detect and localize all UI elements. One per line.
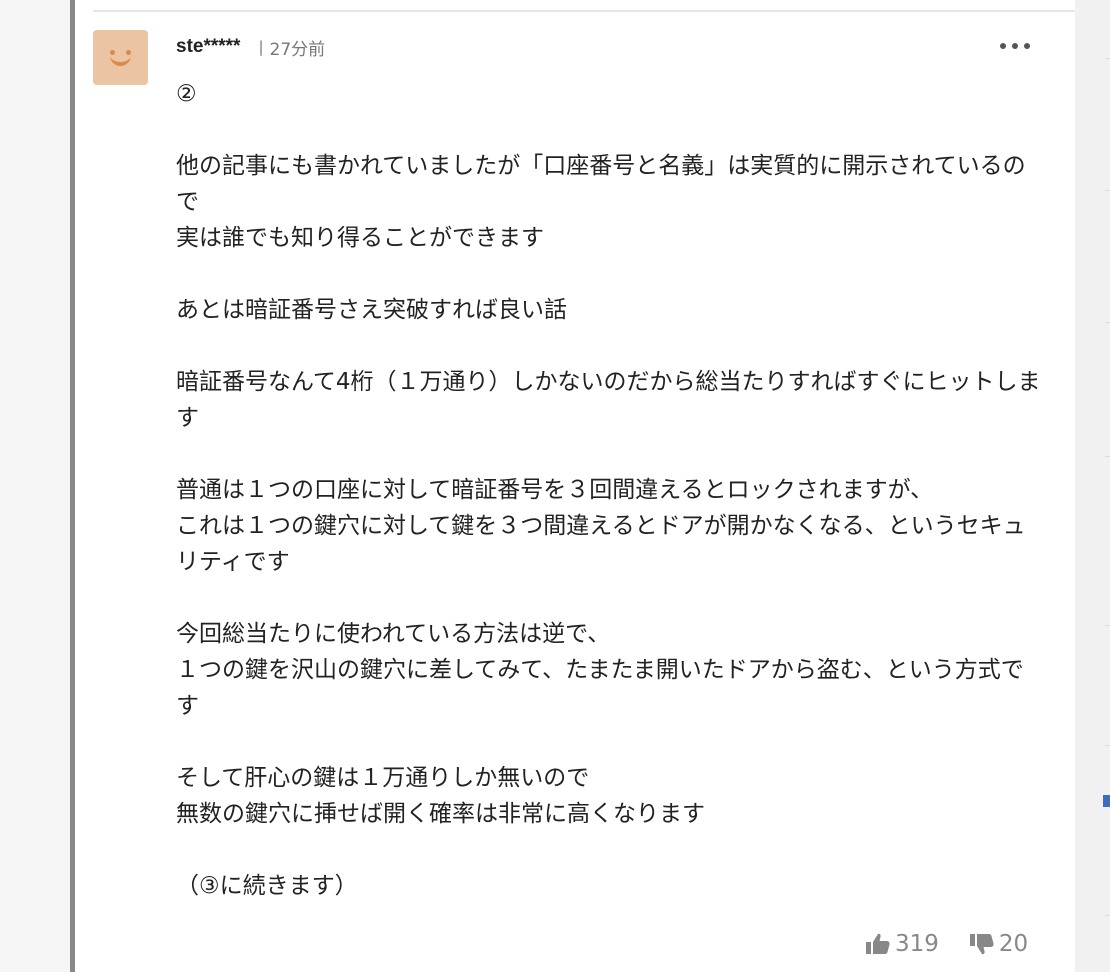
reactions: 319 20	[865, 928, 1028, 960]
meta-separator: |	[258, 38, 264, 56]
thumbs-up-icon	[866, 933, 890, 954]
right-divider	[1105, 190, 1110, 191]
right-divider	[1105, 915, 1110, 916]
divider	[93, 10, 1075, 12]
right-divider	[1105, 456, 1110, 457]
right-divider	[1105, 745, 1110, 746]
username[interactable]: ste*****	[176, 36, 240, 58]
right-divider	[1105, 322, 1110, 323]
comment-body: ② 他の記事にも書かれていましたが「口座番号と名義」は実質的に開示されているので…	[176, 81, 1041, 899]
like-button[interactable]: 319	[865, 931, 939, 957]
avatar[interactable]	[93, 30, 148, 85]
avatar-mouth	[110, 55, 131, 66]
dislike-count: 20	[998, 931, 1029, 957]
right-link-fragment[interactable]	[1103, 795, 1110, 807]
right-divider	[1105, 58, 1110, 59]
more-icon[interactable]	[1000, 36, 1030, 56]
dislike-button[interactable]: 20	[969, 931, 1028, 957]
comment-meta: ste***** | 27分前	[176, 33, 325, 61]
right-column	[1075, 0, 1110, 972]
left-rail	[0, 0, 70, 972]
right-divider	[1105, 625, 1110, 626]
thumbs-down-icon	[969, 934, 994, 955]
like-count: 319	[895, 931, 939, 957]
timestamp: 27分前	[269, 39, 326, 60]
comment-card: ste***** | 27分前 ② 他の記事にも書かれていましたが「口座番号と名…	[75, 0, 1075, 972]
